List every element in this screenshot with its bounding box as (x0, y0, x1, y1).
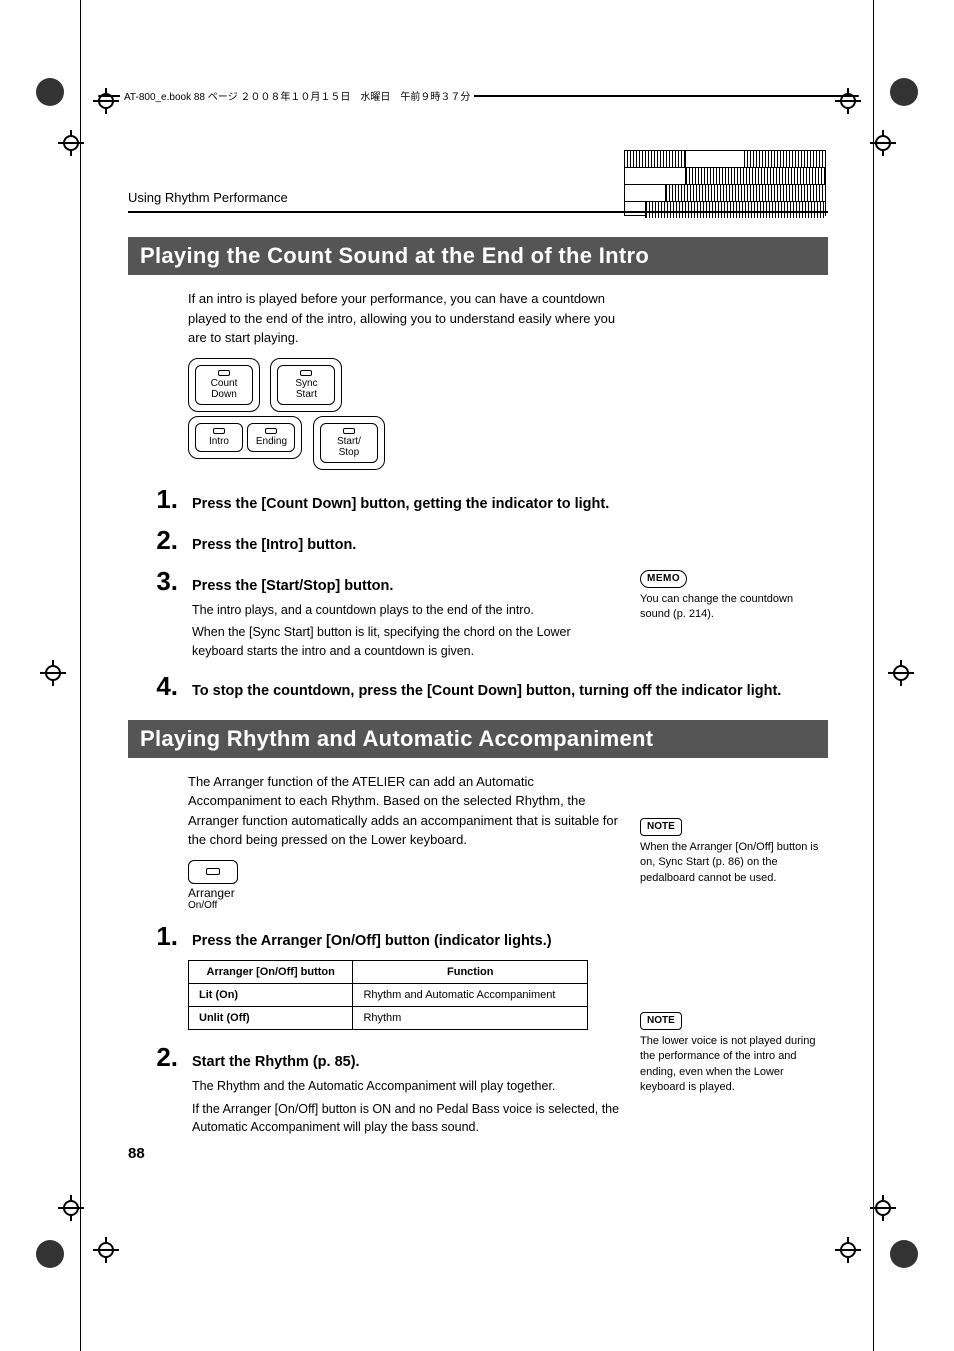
memo-note: MEMO You can change the countdown sound … (640, 570, 820, 623)
step2-2-sub2: If the Arranger [On/Off] button is ON an… (192, 1100, 622, 1138)
section2-intro: The Arranger function of the ATELIER can… (188, 772, 618, 850)
ending-button: Ending (247, 423, 295, 452)
registration-mark (890, 78, 918, 111)
running-head: Using Rhythm Performance (128, 190, 828, 205)
step-4: 4.To stop the countdown, press the [Coun… (128, 671, 828, 702)
crosshair-mark (835, 88, 861, 114)
intro-button: Intro (195, 423, 243, 452)
crosshair-mark (870, 130, 896, 156)
crop-line (873, 0, 874, 1351)
note-text: The lower voice is not played during the… (640, 1035, 815, 1093)
crosshair-mark (870, 1195, 896, 1221)
crosshair-mark (888, 660, 914, 686)
crosshair-mark (58, 1195, 84, 1221)
arranger-button-icon (188, 860, 238, 884)
crosshair-mark (93, 88, 119, 114)
note-text: When the Arranger [On/Off] button is on,… (640, 841, 818, 884)
crosshair-mark (40, 660, 66, 686)
section-title-countdown: Playing the Count Sound at the End of th… (128, 237, 828, 275)
page-number: 88 (128, 1145, 145, 1162)
crosshair-mark (58, 130, 84, 156)
table-header: Function (353, 960, 588, 983)
note-badge: NOTE (640, 1012, 682, 1030)
note-1: NOTE When the Arranger [On/Off] button i… (640, 818, 820, 886)
memo-badge: MEMO (640, 570, 687, 588)
step2-2-sub1: The Rhythm and the Automatic Accompanime… (192, 1077, 622, 1096)
step-2: 2.Press the [Intro] button. (128, 525, 828, 556)
rule (128, 211, 828, 213)
registration-mark (36, 1240, 64, 1273)
arranger-function-table: Arranger [On/Off] buttonFunction Lit (On… (188, 960, 588, 1030)
arranger-sublabel: On/Off (188, 900, 828, 911)
step-1: 1.Press the [Count Down] button, getting… (128, 484, 828, 515)
button-diagram: Count Down Sync Start Intro Ending Start… (188, 358, 828, 470)
table-row: Unlit (Off)Rhythm (189, 1006, 588, 1029)
step2-1: 1.Press the Arranger [On/Off] button (in… (128, 921, 828, 952)
section-title-arranger: Playing Rhythm and Automatic Accompanime… (128, 720, 828, 758)
crosshair-mark (835, 1237, 861, 1263)
registration-mark (36, 78, 64, 111)
sync-start-button: Sync Start (277, 365, 335, 405)
header-file-info: AT-800_e.book 88 ページ ２００８年１０月１５日 水曜日 午前９… (120, 88, 474, 103)
start-stop-button: Start/ Stop (320, 423, 378, 463)
crop-line (80, 0, 81, 1351)
arranger-label: Arranger (188, 886, 828, 900)
table-row: Lit (On)Rhythm and Automatic Accompanime… (189, 983, 588, 1006)
note-badge: NOTE (640, 818, 682, 836)
registration-mark (890, 1240, 918, 1273)
note-2: NOTE The lower voice is not played durin… (640, 1012, 820, 1096)
count-down-button: Count Down (195, 365, 253, 405)
step-3-sub1: The intro plays, and a countdown plays t… (192, 601, 622, 620)
section1-intro: If an intro is played before your perfor… (188, 289, 618, 348)
crosshair-mark (93, 1237, 119, 1263)
step-3-sub2: When the [Sync Start] button is lit, spe… (192, 623, 622, 661)
table-header: Arranger [On/Off] button (189, 960, 353, 983)
memo-text: You can change the countdown sound (p. 2… (640, 593, 793, 620)
